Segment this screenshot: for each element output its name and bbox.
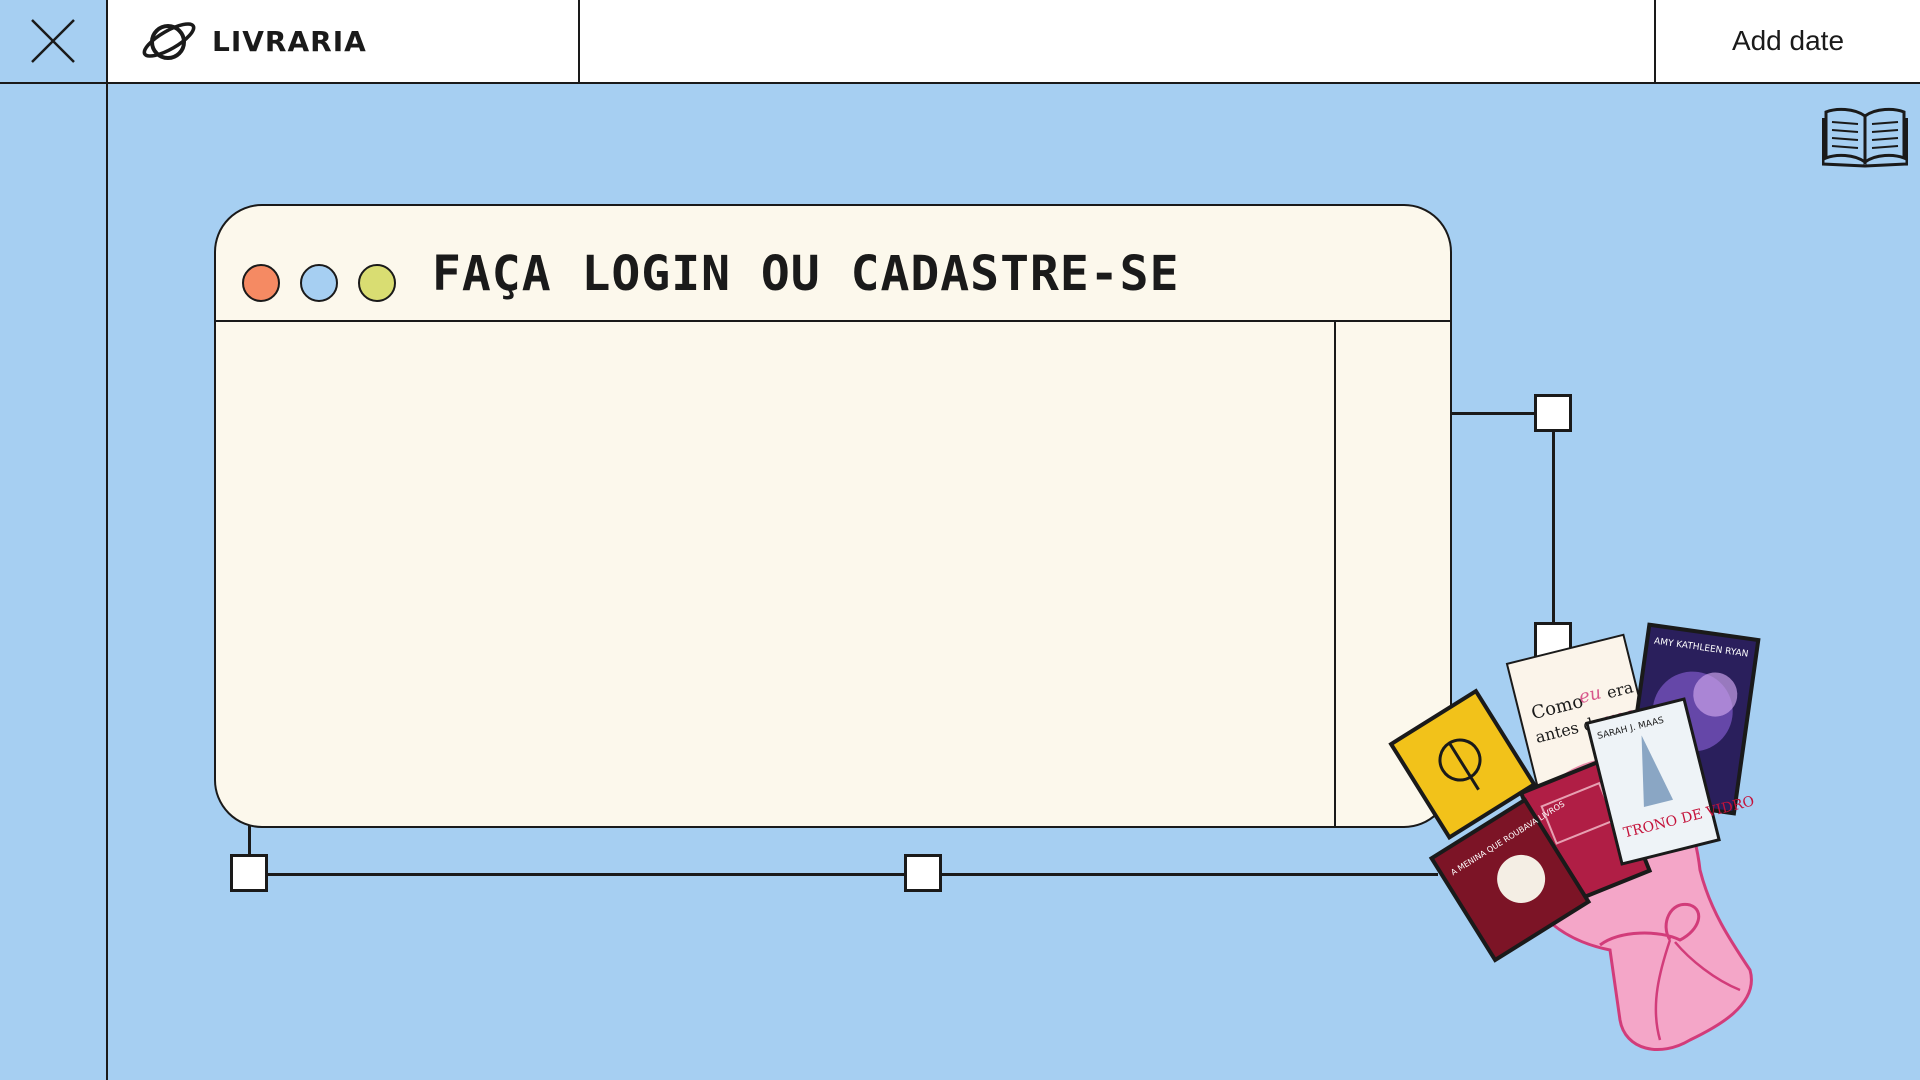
planet-icon	[142, 22, 196, 60]
login-window: FAÇA LOGIN OU CADASTRE-SE	[214, 204, 1452, 828]
scrollbar-divider	[1334, 322, 1336, 826]
window-dot-red[interactable]	[242, 264, 280, 302]
header-spacer	[580, 0, 1656, 84]
open-book-icon	[1822, 107, 1908, 168]
sidebar-divider	[106, 84, 108, 1080]
book-bouquet-illustration: Como eu era antes de você AMY KATHLEEN R…	[1388, 622, 1761, 1052]
selection-line-right	[1552, 412, 1555, 640]
window-dot-yellow[interactable]	[358, 264, 396, 302]
window-titlebar: FAÇA LOGIN OU CADASTRE-SE	[216, 206, 1450, 322]
resize-handle-bottom-left[interactable]	[230, 854, 268, 892]
brand-name: LIVRARIA	[212, 24, 367, 58]
resize-handle-right-top[interactable]	[1534, 394, 1572, 432]
resize-handle-bottom-mid[interactable]	[904, 854, 942, 892]
selection-line-bottom	[248, 873, 1438, 876]
close-button[interactable]	[0, 0, 108, 84]
top-bar: LIVRARIA Add date	[0, 0, 1920, 84]
add-date-button[interactable]: Add date	[1656, 0, 1920, 84]
window-dot-blue[interactable]	[300, 264, 338, 302]
close-icon	[31, 19, 75, 63]
window-title: FAÇA LOGIN OU CADASTRE-SE	[432, 246, 1180, 302]
brand[interactable]: LIVRARIA	[108, 0, 580, 84]
